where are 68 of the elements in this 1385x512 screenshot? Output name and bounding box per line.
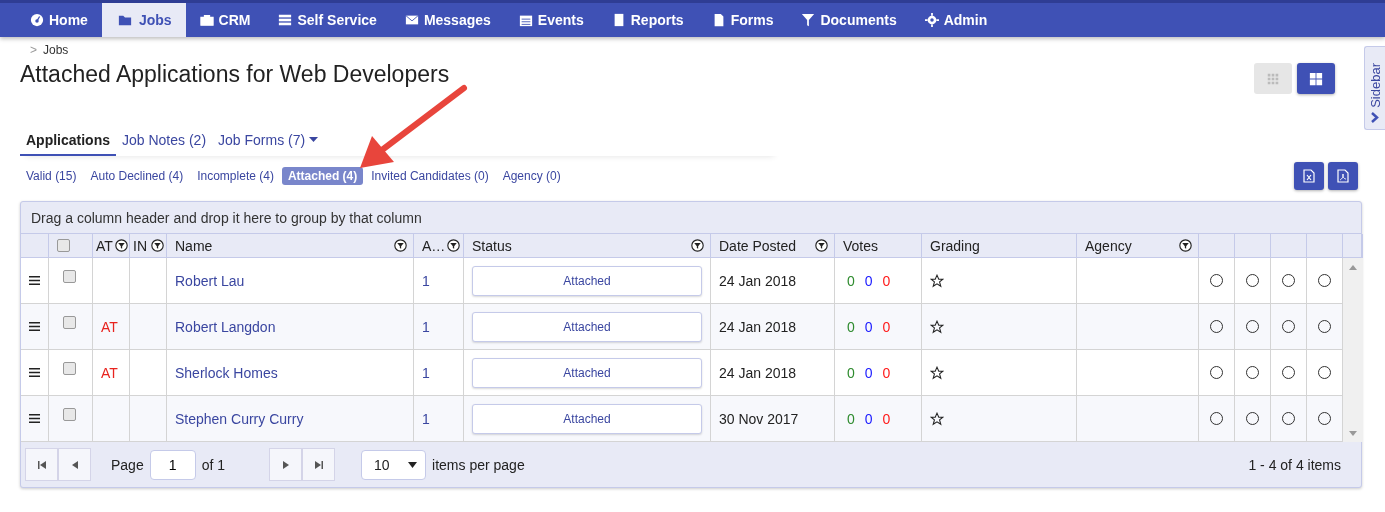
page-label: Page <box>111 456 144 473</box>
vote-count: 0 <box>882 272 891 289</box>
nav-tab[interactable]: CRM <box>185 3 265 37</box>
nav-tab[interactable]: Admin <box>910 3 1002 37</box>
column-header[interactable]: Date Posted <box>719 237 797 254</box>
vote-count: 0 <box>864 410 873 427</box>
vote-count: 0 <box>847 410 855 427</box>
page-size-select[interactable]: 10 <box>361 449 427 480</box>
status-button[interactable]: Attached <box>472 403 702 434</box>
status-button[interactable]: Attached <box>472 265 702 296</box>
table-cell: 24 Jan 2018 <box>719 364 797 381</box>
table-cell: 24 Jan 2018 <box>719 318 797 335</box>
column-header[interactable]: Grading <box>930 237 980 254</box>
filter-link[interactable]: Auto Declined (4) <box>84 167 190 185</box>
tab[interactable]: Job Forms (7) <box>212 128 325 156</box>
table-cell: 1 <box>422 318 430 335</box>
sidebar-tab[interactable]: Sidebar <box>1364 46 1385 130</box>
vote-count: 0 <box>864 272 873 289</box>
filter-link[interactable]: Valid (15) <box>20 167 83 185</box>
nav-tab[interactable]: Jobs <box>101 3 186 37</box>
table-cell: 24 Jan 2018 <box>719 272 797 289</box>
candidate-name-link[interactable]: Stephen Curry Curry <box>175 410 304 427</box>
column-header[interactable]: Name <box>175 237 213 254</box>
vote-count: 0 <box>882 318 891 335</box>
vote-count: 0 <box>882 410 891 427</box>
page-title: Attached Applications for Web Developers <box>20 61 450 88</box>
status-button[interactable]: Attached <box>472 357 702 388</box>
candidate-name-link[interactable]: Robert Langdon <box>175 318 276 335</box>
breadcrumb-link[interactable]: Jobs <box>43 43 69 57</box>
tab[interactable]: Applications <box>20 128 116 156</box>
vote-count: 0 <box>847 364 855 381</box>
nav-tab[interactable]: Forms <box>697 3 788 37</box>
breadcrumb-separator: > <box>30 43 37 57</box>
filter-link[interactable]: Agency (0) <box>496 167 567 185</box>
tab[interactable]: Job Notes (2) <box>116 128 213 156</box>
status-button[interactable]: Attached <box>472 311 702 342</box>
table-cell: 1 <box>422 410 430 427</box>
page-count: of 1 <box>201 456 226 473</box>
table-cell: AT <box>101 364 118 381</box>
table-cell: 30 Nov 2017 <box>719 410 799 427</box>
item-count: 1 - 4 of 4 items <box>1248 456 1341 473</box>
filter-link[interactable]: Invited Candidates (0) <box>365 167 495 185</box>
vote-count: 0 <box>882 364 891 381</box>
table-cell: 1 <box>422 272 430 289</box>
table-cell: AT <box>101 318 118 335</box>
page-number-field[interactable]: 1 <box>149 449 196 480</box>
vote-count: 0 <box>864 318 873 335</box>
nav-tab[interactable]: Events <box>504 3 598 37</box>
vote-count: 0 <box>847 272 855 289</box>
table-cell: 1 <box>422 364 430 381</box>
column-header[interactable]: A… <box>422 237 446 254</box>
group-hint: Drag a column header and drop it here to group by that column <box>21 202 1361 234</box>
vote-count: 0 <box>847 318 855 335</box>
nav-tab[interactable]: Documents <box>787 3 911 37</box>
column-header[interactable]: IN <box>133 237 147 254</box>
column-header[interactable]: Votes <box>843 237 879 254</box>
candidate-name-link[interactable]: Robert Lau <box>175 272 245 289</box>
vote-count: 0 <box>864 364 873 381</box>
column-header[interactable]: AT <box>96 237 113 254</box>
nav-tab[interactable]: Self Service <box>264 3 391 37</box>
nav-tab[interactable]: Home <box>16 3 102 37</box>
candidate-name-link[interactable]: Sherlock Homes <box>175 364 278 381</box>
nav-tab[interactable]: Reports <box>597 3 698 37</box>
page-size-label: items per page <box>432 456 525 473</box>
filter-link[interactable]: Incomplete (4) <box>191 167 280 185</box>
nav-tab[interactable]: Messages <box>390 3 505 37</box>
column-header[interactable]: Agency <box>1085 237 1132 254</box>
column-header[interactable]: Status <box>472 237 512 254</box>
